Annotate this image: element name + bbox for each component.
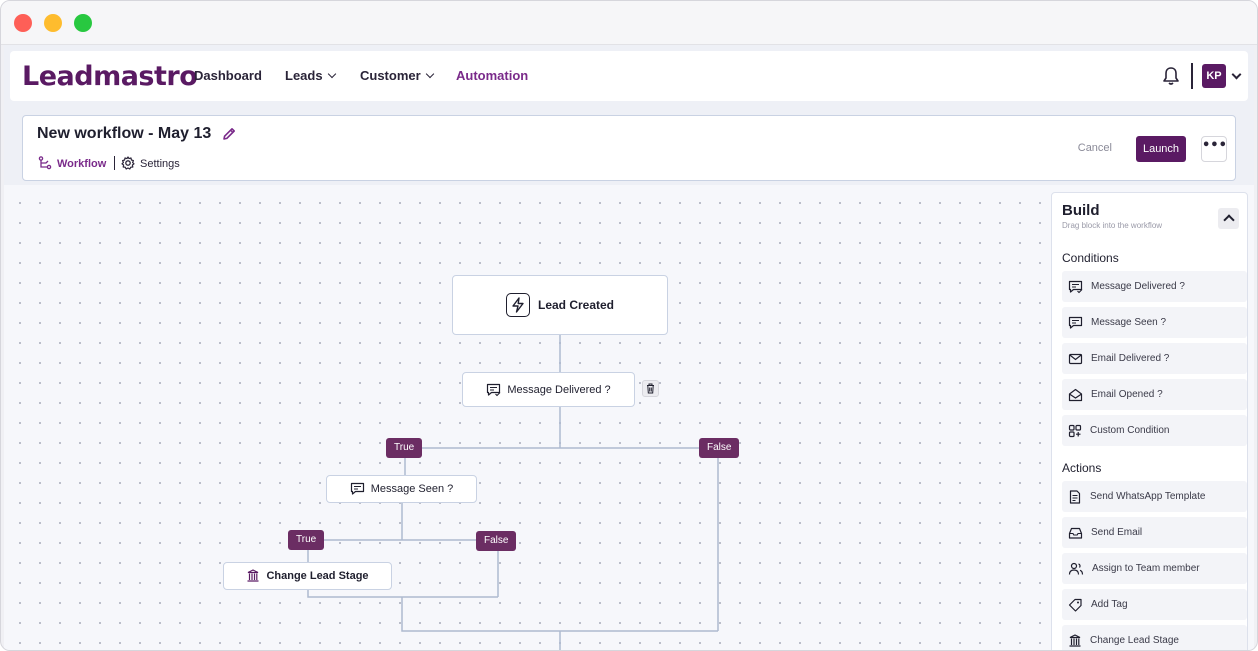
block-label: Send Email (1091, 527, 1143, 538)
building-icon (1069, 633, 1081, 647)
logo-text: Leadmastro (22, 61, 198, 92)
maximize-window-button[interactable] (74, 14, 92, 32)
block-custom-condition[interactable]: Custom Condition (1062, 415, 1247, 446)
top-navbar: Leadmastro Dashboard Leads Customer Auto… (10, 51, 1248, 101)
trigger-node-label: Lead Created (537, 298, 615, 312)
document-icon (1069, 489, 1081, 504)
block-message-delivered[interactable]: Message Delivered ? (1062, 271, 1247, 302)
block-email-delivered[interactable]: Email Delivered ? (1062, 343, 1247, 374)
block-label: Change Lead Stage (1090, 635, 1179, 646)
tag-icon (1068, 598, 1082, 612)
block-label: Email Delivered ? (1091, 353, 1170, 364)
message-delivered-icon (1068, 280, 1083, 293)
workflow-icon (38, 156, 52, 170)
launch-button[interactable]: Launch (1136, 136, 1186, 162)
block-label: Email Opened ? (1091, 389, 1163, 400)
lightning-icon (505, 293, 530, 317)
branch-true-pill: True (386, 438, 423, 458)
conditions-heading: Conditions (1062, 251, 1119, 265)
build-panel: Build Drag block into the workflow Condi… (1051, 192, 1248, 650)
message-seen-icon (350, 482, 364, 495)
logo[interactable]: Leadmastro (22, 61, 198, 92)
workflow-title: New workflow - May 13 (37, 125, 212, 142)
block-email-opened[interactable]: Email Opened ? (1062, 379, 1247, 410)
nav-divider (1191, 63, 1193, 89)
actions-heading: Actions (1062, 461, 1102, 475)
block-send-whatsapp-template[interactable]: Send WhatsApp Template (1062, 481, 1247, 512)
build-title: Build (1062, 202, 1100, 219)
avatar[interactable]: KP (1202, 64, 1226, 88)
nav-automation-label: Automation (456, 68, 529, 83)
gear-icon (121, 156, 135, 170)
nav-dashboard[interactable]: Dashboard (194, 68, 262, 83)
cancel-button[interactable]: Cancel (1078, 142, 1112, 154)
building-icon (247, 569, 259, 582)
block-label: Custom Condition (1090, 425, 1170, 436)
block-add-tag[interactable]: Add Tag (1062, 589, 1247, 620)
tab-settings-label: Settings (140, 158, 180, 170)
inbox-icon (1068, 527, 1083, 539)
nav-leads-label: Leads (285, 68, 323, 83)
collapse-panel-button[interactable] (1218, 208, 1239, 229)
block-message-seen[interactable]: Message Seen ? (1062, 307, 1247, 338)
email-opened-icon (1068, 388, 1083, 401)
chevron-down-icon (327, 69, 336, 79)
chevron-down-icon[interactable] (1231, 69, 1242, 80)
nav-dashboard-label: Dashboard (194, 68, 262, 83)
more-options-button[interactable]: ••• (1201, 136, 1227, 162)
block-label: Assign to Team member (1092, 563, 1200, 574)
condition-node-message-delivered[interactable]: Message Delivered ? (462, 372, 635, 407)
browser-window: Leadmastro Dashboard Leads Customer Auto… (0, 0, 1258, 651)
block-label: Add Tag (1091, 599, 1128, 610)
condition-node-label: Message Seen ? (370, 483, 454, 495)
action-node-label: Change Lead Stage (266, 570, 369, 582)
tab-workflow[interactable]: Workflow (38, 156, 106, 170)
tab-workflow-label: Workflow (57, 158, 107, 170)
branch-false-pill: False (476, 531, 517, 551)
condition-node-message-seen[interactable]: Message Seen ? (326, 475, 477, 503)
nav-automation[interactable]: Automation (456, 68, 528, 83)
block-label: Message Seen ? (1091, 317, 1167, 328)
action-node-change-lead-stage[interactable]: Change Lead Stage (223, 562, 392, 590)
tab-settings[interactable]: Settings (121, 156, 180, 170)
block-assign-team-member[interactable]: Assign to Team member (1062, 553, 1247, 584)
trigger-node[interactable]: Lead Created (452, 275, 668, 335)
build-subtitle: Drag block into the workflow (1062, 221, 1163, 230)
close-window-button[interactable] (14, 14, 32, 32)
bell-icon[interactable] (1162, 66, 1180, 86)
workflow-header: New workflow - May 13 Workflow Settings (22, 115, 1236, 181)
chevron-down-icon (425, 69, 434, 79)
nav-customer-label: Customer (360, 68, 421, 83)
users-icon (1068, 562, 1084, 575)
custom-condition-icon (1068, 424, 1082, 437)
minimize-window-button[interactable] (44, 14, 62, 32)
block-send-email[interactable]: Send Email (1062, 517, 1247, 548)
block-change-lead-stage[interactable]: Change Lead Stage (1062, 625, 1247, 650)
branch-true-pill: True (288, 530, 325, 550)
nav-leads[interactable]: Leads (285, 68, 336, 83)
window-titlebar (1, 1, 1257, 45)
message-delivered-icon (487, 383, 501, 396)
block-label: Message Delivered ? (1091, 281, 1185, 292)
branch-false-pill: False (699, 438, 740, 458)
nav-customer[interactable]: Customer (360, 68, 434, 83)
block-label: Send WhatsApp Template (1090, 491, 1206, 502)
tab-divider (114, 156, 115, 170)
email-delivered-icon (1068, 353, 1083, 364)
message-seen-icon (1068, 316, 1083, 329)
condition-node-label: Message Delivered ? (507, 383, 611, 396)
pencil-icon[interactable] (221, 126, 237, 142)
trash-icon[interactable] (642, 380, 659, 397)
app: Leadmastro Dashboard Leads Customer Auto… (4, 45, 1254, 650)
